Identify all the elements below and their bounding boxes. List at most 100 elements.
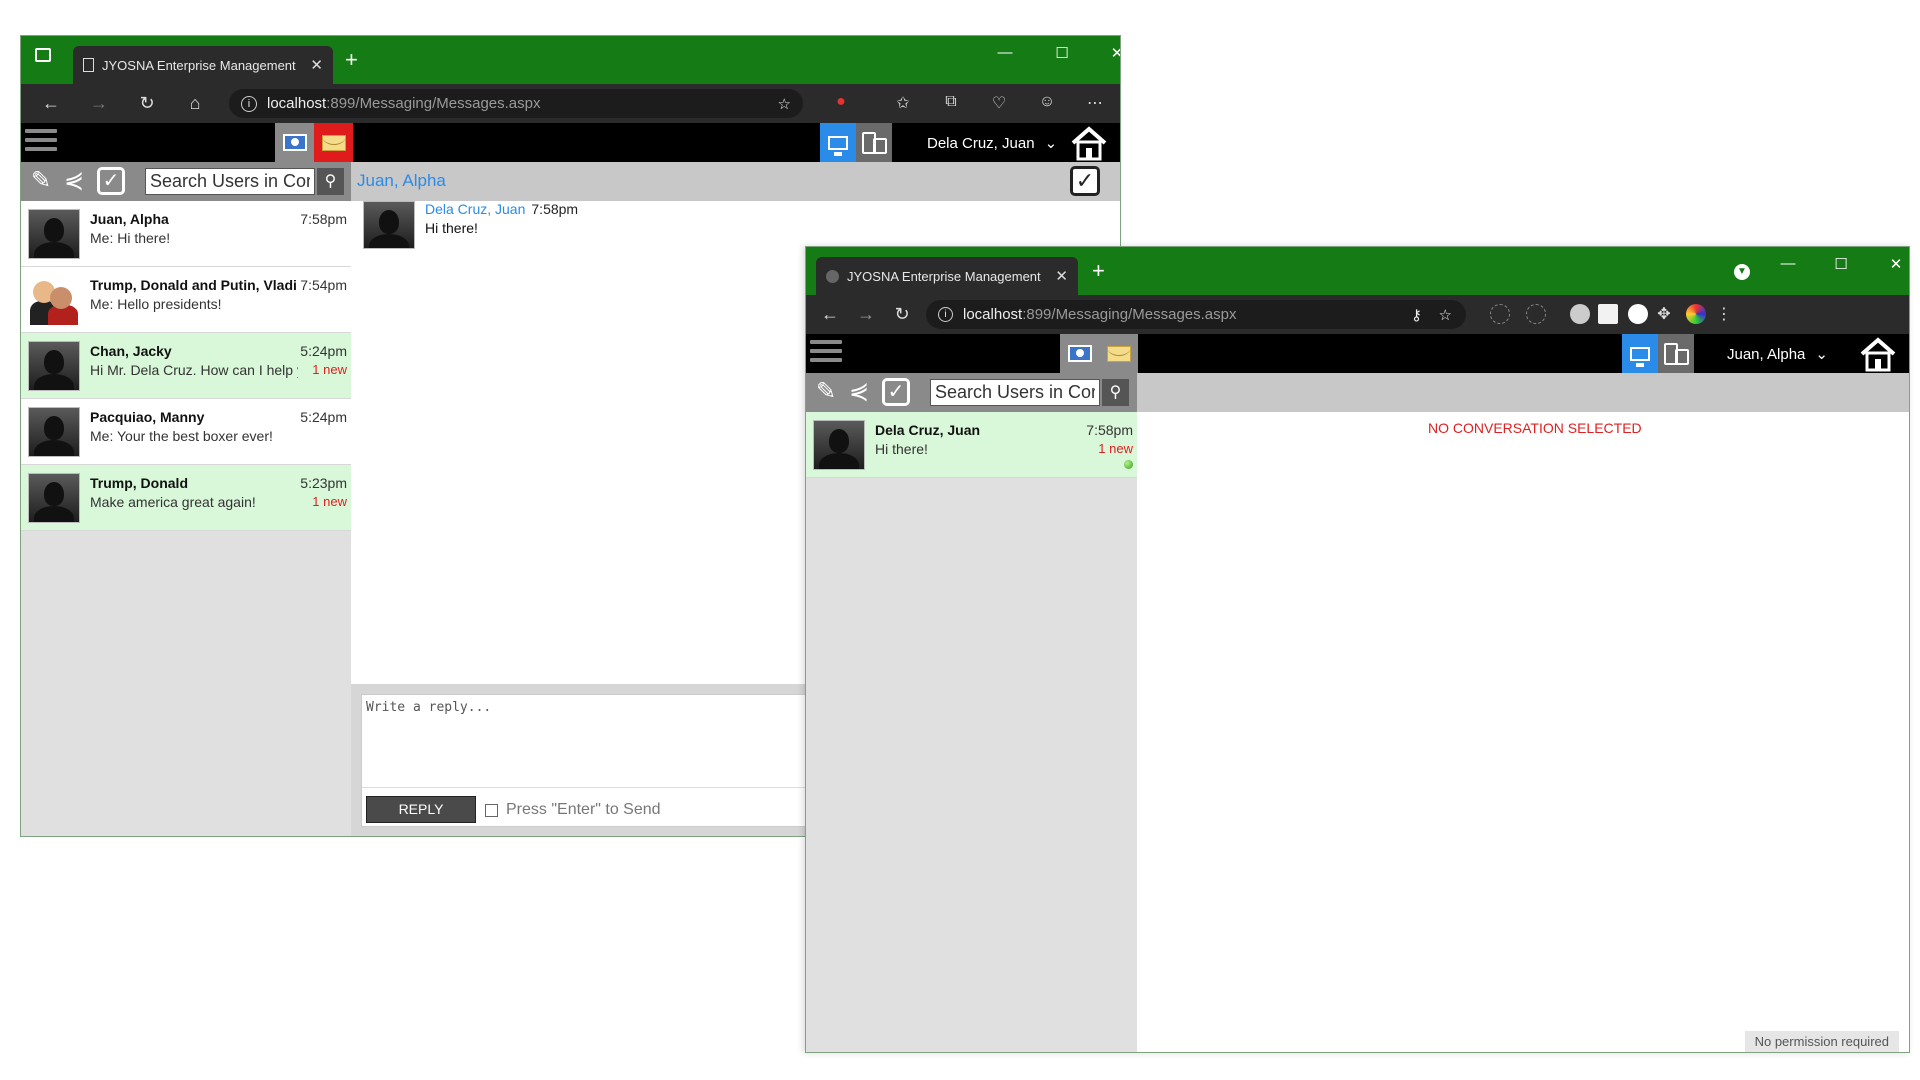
conversation-item[interactable]: Juan, Alpha Me: Hi there! 7:58pm — [21, 201, 351, 267]
messages-mail-icon[interactable] — [314, 123, 353, 162]
desktop-view-icon[interactable] — [1622, 334, 1658, 373]
info-icon: i — [938, 307, 953, 322]
conversation-name: Juan, Alpha — [90, 211, 169, 227]
browser-window-chrome: JYOSNA Enterprise Management ✕ + ▼ — ☐ ✕… — [805, 246, 1910, 1053]
messages-mail-icon[interactable] — [1099, 334, 1138, 373]
empty-state-message: NO CONVERSATION SELECTED — [1428, 420, 1642, 436]
extension-globe-icon[interactable] — [1570, 304, 1590, 324]
collections-icon[interactable]: ⧉ — [939, 93, 963, 111]
address-bar-row: ← → ↻ ⌂ i localhost:899/Messaging/Messag… — [21, 84, 1120, 123]
url-host: localhost — [963, 306, 1023, 323]
user-menu[interactable]: Juan, Alpha ⌄ — [1727, 345, 1828, 364]
extension-loading-icon[interactable] — [1490, 304, 1510, 324]
extension-circle-icon[interactable] — [1628, 304, 1648, 324]
url-field[interactable]: i localhost:899/Messaging/Messages.aspx … — [229, 89, 803, 118]
browser-essentials-icon[interactable]: ♡ — [987, 93, 1011, 113]
extension-loading-icon[interactable] — [1526, 304, 1546, 324]
chevron-down-icon: ⌄ — [1044, 135, 1058, 152]
user-menu[interactable]: Dela Cruz, Juan ⌄ — [927, 134, 1058, 153]
conversation-list: Juan, Alpha Me: Hi there! 7:58pm Trump, … — [21, 201, 351, 836]
reply-button[interactable]: REPLY — [366, 796, 476, 823]
close-window-icon[interactable]: ✕ — [1103, 44, 1120, 62]
conversation-item[interactable]: Trump, Donald and Putin, Vladi Me: Hello… — [21, 267, 351, 333]
conversation-item[interactable]: Trump, Donald Make america great again! … — [21, 465, 351, 531]
home-icon[interactable]: ⌂ — [183, 93, 207, 114]
favorite-add-icon[interactable]: ☆ — [778, 95, 791, 113]
back-icon[interactable]: ← — [818, 304, 842, 325]
conversation-item[interactable]: Chan, Jacky Hi Mr. Dela Cruz. How can I … — [21, 333, 351, 399]
conversation-name: Dela Cruz, Juan — [875, 422, 981, 438]
reload-icon[interactable]: ↻ — [135, 93, 159, 114]
back-icon[interactable]: ← — [39, 93, 63, 114]
select-all-checkbox-icon[interactable]: ✓ — [882, 378, 910, 406]
conversation-item[interactable]: Pacquiao, Manny Me: Your the best boxer … — [21, 399, 351, 465]
tab-search-icon[interactable]: ▼ — [1728, 261, 1756, 280]
avatar — [28, 407, 80, 457]
key-icon[interactable]: ⚷ — [1411, 306, 1422, 324]
reply-all-icon[interactable]: ⋞ — [844, 378, 874, 406]
title-bar: JYOSNA Enterprise Management ✕ + ▼ — ☐ ✕ — [806, 247, 1909, 295]
active-chat-name[interactable]: Juan, Alpha — [357, 171, 446, 191]
extension-record-icon[interactable]: ● — [829, 93, 853, 111]
extension-sheet-icon[interactable] — [1598, 304, 1618, 324]
maximize-icon[interactable]: ☐ — [1048, 44, 1076, 62]
forward-icon[interactable]: → — [87, 93, 111, 114]
hamburger-menu-icon[interactable] — [25, 129, 57, 155]
url-path: :899/Messaging/Messages.aspx — [326, 95, 541, 112]
minimize-icon[interactable]: — — [1774, 255, 1802, 272]
avatar — [363, 201, 415, 249]
bookmark-star-icon[interactable]: ☆ — [1439, 306, 1452, 324]
mobile-view-icon[interactable] — [1658, 334, 1694, 373]
more-menu-icon[interactable]: ⋮ — [1712, 304, 1736, 324]
conversation-time: 7:54pm — [300, 277, 347, 293]
message-sender-row: Dela Cruz, Juan 7:58pm — [425, 201, 578, 217]
conversation-name: Chan, Jacky — [90, 343, 172, 359]
browser-tab[interactable]: JYOSNA Enterprise Management ✕ — [816, 257, 1078, 295]
new-tab-button[interactable]: + — [1092, 260, 1105, 282]
search-icon[interactable]: ⚲ — [1102, 379, 1129, 406]
close-tab-icon[interactable]: ✕ — [1055, 267, 1068, 285]
hamburger-menu-icon[interactable] — [810, 340, 842, 366]
browser-tab[interactable]: JYOSNA Enterprise Management ✕ — [73, 46, 333, 84]
search-icon[interactable]: ⚲ — [317, 168, 344, 195]
new-tab-button[interactable]: + — [345, 49, 358, 71]
mark-read-checkbox-icon[interactable]: ✓ — [1070, 166, 1100, 196]
url-field[interactable]: i localhost:899/Messaging/Messages.aspx … — [926, 300, 1466, 329]
close-tab-icon[interactable]: ✕ — [310, 56, 323, 74]
profile-avatar-icon[interactable] — [1686, 304, 1706, 324]
message-sender[interactable]: Dela Cruz, Juan — [425, 201, 525, 217]
conversation-item[interactable]: Dela Cruz, Juan Hi there! 7:58pm 1 new — [806, 412, 1137, 478]
extensions-puzzle-icon[interactable]: ✥ — [1652, 304, 1676, 324]
conversation-preview: Hi Mr. Dela Cruz. How can I help y — [90, 362, 298, 378]
favorites-icon[interactable]: ✩ — [891, 93, 915, 113]
conversation-time: 7:58pm — [300, 211, 347, 227]
tab-actions-icon[interactable] — [35, 48, 51, 62]
conversation-preview: Me: Your the best boxer ever! — [90, 428, 273, 444]
search-users-input[interactable] — [145, 168, 315, 195]
contacts-icon[interactable] — [1060, 334, 1099, 373]
desktop-view-icon[interactable] — [820, 123, 856, 162]
new-message-badge: 1 new — [1098, 441, 1133, 456]
profile-avatar-icon[interactable]: ☺ — [1035, 93, 1059, 111]
home-app-icon[interactable] — [1858, 336, 1898, 372]
reply-all-icon[interactable]: ⋞ — [59, 167, 89, 195]
enter-to-send-checkbox[interactable] — [485, 803, 498, 817]
url-host: localhost — [267, 95, 327, 112]
mobile-view-icon[interactable] — [856, 123, 892, 162]
select-all-checkbox-icon[interactable]: ✓ — [97, 167, 125, 195]
app-top-bar: Dela Cruz, Juan ⌄ — [21, 123, 1120, 162]
more-menu-icon[interactable]: ⋯ — [1083, 93, 1107, 113]
contacts-icon[interactable] — [275, 123, 314, 162]
reload-icon[interactable]: ↻ — [890, 304, 914, 325]
compose-icon[interactable]: ✎ — [811, 378, 841, 406]
chat-header — [1137, 373, 1909, 412]
maximize-icon[interactable]: ☐ — [1827, 255, 1855, 273]
minimize-icon[interactable]: — — [991, 44, 1019, 61]
compose-icon[interactable]: ✎ — [26, 167, 56, 195]
enter-to-send-option[interactable]: Press "Enter" to Send — [485, 801, 661, 819]
search-users-input[interactable] — [930, 379, 1100, 406]
home-app-icon[interactable] — [1069, 125, 1109, 161]
avatar — [813, 420, 865, 470]
forward-icon[interactable]: → — [854, 304, 878, 325]
close-window-icon[interactable]: ✕ — [1882, 255, 1909, 273]
